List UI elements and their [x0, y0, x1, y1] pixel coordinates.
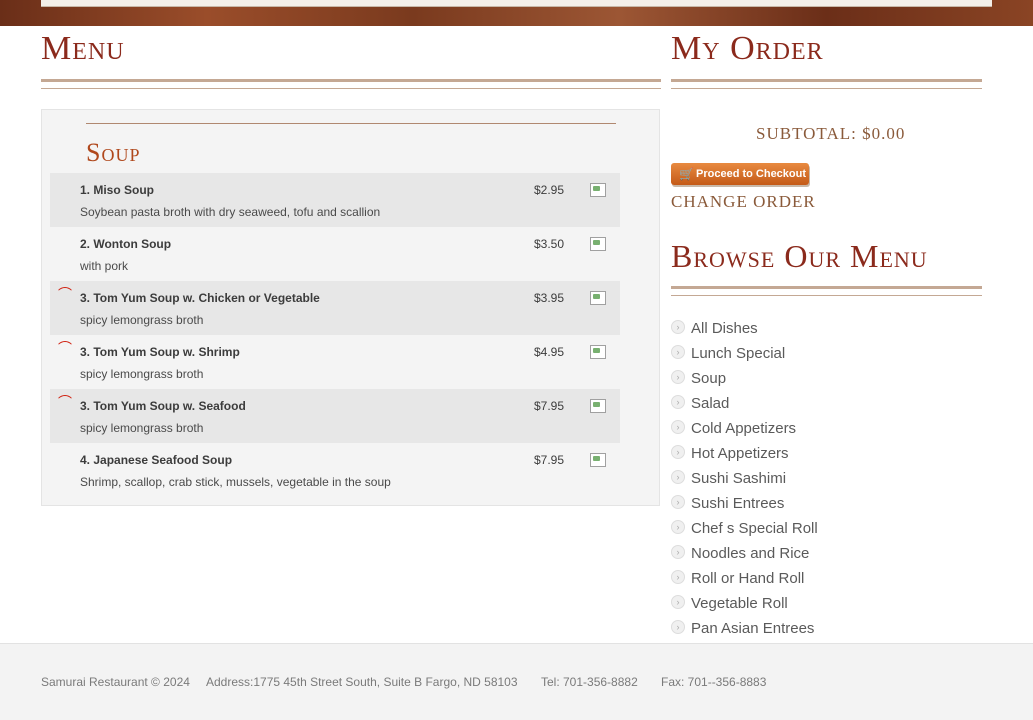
category-item[interactable]: › Hot Appetizers — [671, 444, 991, 469]
menu-title-divider — [41, 79, 661, 89]
category-item[interactable]: › Salad — [671, 394, 991, 419]
category-link[interactable]: Roll or Hand Roll — [691, 569, 804, 589]
item-name: 3. Tom Yum Soup w. Seafood — [80, 399, 246, 413]
add-to-order-icon[interactable] — [590, 345, 606, 359]
chevron-right-icon: › — [671, 470, 685, 484]
item-name: 3. Tom Yum Soup w. Chicken or Vegetable — [80, 291, 320, 305]
menu-panel: Soup 1. Miso Soup Soybean pasta broth wi… — [41, 109, 660, 506]
item-name: 2. Wonton Soup — [80, 237, 172, 251]
chevron-right-icon: › — [671, 320, 685, 334]
category-item[interactable]: › Sushi Entrees — [671, 494, 991, 519]
chevron-right-icon: › — [671, 595, 685, 609]
item-description: spicy lemongrass broth — [80, 421, 204, 435]
chevron-right-icon: › — [671, 620, 685, 634]
section-divider — [86, 123, 616, 124]
category-item[interactable]: › Sushi Sashimi — [671, 469, 991, 494]
category-item[interactable]: › All Dishes — [671, 319, 991, 344]
item-name: 3. Tom Yum Soup w. Shrimp — [80, 345, 240, 359]
menu-item-row: 2. Wonton Soup with pork $3.50 — [50, 227, 620, 281]
category-link[interactable]: Sushi Sashimi — [691, 469, 786, 489]
add-to-order-icon[interactable] — [590, 237, 606, 251]
item-price: $7.95 — [534, 453, 565, 467]
menu-item-row: 4. Japanese Seafood Soup Shrimp, scallop… — [50, 443, 620, 497]
item-description: spicy lemongrass broth — [80, 313, 204, 327]
category-list: › All Dishes › Lunch Special › Soup › Salad … — [671, 319, 991, 644]
add-to-order-icon[interactable] — [590, 291, 606, 305]
category-link[interactable]: Salad — [691, 394, 729, 414]
category-link[interactable]: All Dishes — [691, 319, 758, 339]
browse-title-divider — [671, 286, 982, 296]
chevron-right-icon: › — [671, 395, 685, 409]
item-price: $4.95 — [534, 345, 565, 359]
change-order-link[interactable]: CHANGE ORDER — [671, 192, 816, 212]
chevron-right-icon: › — [671, 420, 685, 434]
chevron-right-icon: › — [671, 495, 685, 509]
menu-item-row: 1. Miso Soup Soybean pasta broth with dr… — [50, 173, 620, 227]
category-item[interactable]: › Noodles and Rice — [671, 544, 991, 569]
order-title-divider — [671, 79, 982, 89]
top-banner — [0, 0, 1033, 26]
category-item[interactable]: › Pan Asian Entrees — [671, 619, 991, 644]
category-link[interactable]: Vegetable Roll — [691, 594, 788, 614]
category-link[interactable]: Cold Appetizers — [691, 419, 796, 439]
menu-title: Menu — [41, 30, 125, 67]
footer-address: Address:1775 45th Street South, Suite B … — [206, 675, 518, 689]
chevron-right-icon: › — [671, 545, 685, 559]
category-item[interactable]: › Vegetable Roll — [671, 594, 991, 619]
chevron-right-icon: › — [671, 520, 685, 534]
checkout-label: Proceed to Checkout — [696, 168, 807, 180]
footer-fax: Fax: 701--356-8883 — [661, 675, 767, 689]
category-link[interactable]: Lunch Special — [691, 344, 785, 364]
chili-pepper-icon: ⌒ — [58, 286, 72, 302]
add-to-order-icon[interactable] — [590, 183, 606, 197]
category-item[interactable]: › Lunch Special — [671, 344, 991, 369]
chevron-right-icon: › — [671, 370, 685, 384]
add-to-order-icon[interactable] — [590, 399, 606, 413]
nav-strip — [41, 0, 992, 7]
item-description: Soybean pasta broth with dry seaweed, to… — [80, 205, 381, 219]
item-description: with pork — [80, 259, 129, 273]
item-price: $3.95 — [534, 291, 565, 305]
item-price: $2.95 — [534, 183, 565, 197]
category-item[interactable]: › Roll or Hand Roll — [671, 569, 991, 594]
item-name: 1. Miso Soup — [80, 183, 155, 197]
add-to-order-icon[interactable] — [590, 453, 606, 467]
menu-item-row: ⌒ 3. Tom Yum Soup w. Seafood spicy lemon… — [50, 389, 620, 443]
browse-title: Browse Our Menu — [671, 238, 928, 274]
footer: Samurai Restaurant © 2024 Address:1775 4… — [0, 643, 1033, 720]
category-item[interactable]: › Soup — [671, 369, 991, 394]
footer-phone: Tel: 701-356-8882 — [541, 675, 638, 689]
category-item[interactable]: › Chef s Special Roll — [671, 519, 991, 544]
order-title: My Order — [671, 30, 824, 67]
subtotal-text: SUBTOTAL: $0.00 — [756, 124, 906, 143]
item-description: spicy lemongrass broth — [80, 367, 204, 381]
footer-copyright: Samurai Restaurant © 2024 — [41, 675, 190, 689]
chevron-right-icon: › — [671, 445, 685, 459]
chevron-right-icon: › — [671, 570, 685, 584]
item-price: $3.50 — [534, 237, 565, 251]
category-link[interactable]: Noodles and Rice — [691, 544, 809, 564]
chili-pepper-icon: ⌒ — [58, 394, 72, 410]
item-price: $7.95 — [534, 399, 565, 413]
category-link[interactable]: Sushi Entrees — [691, 494, 784, 514]
chili-pepper-icon: ⌒ — [58, 340, 72, 356]
item-description: Shrimp, scallop, crab stick, mussels, ve… — [80, 475, 391, 489]
category-link[interactable]: Hot Appetizers — [691, 444, 789, 464]
menu-item-row: ⌒ 3. Tom Yum Soup w. Chicken or Vegetabl… — [50, 281, 620, 335]
proceed-to-checkout-button[interactable]: 🛒 Proceed to Checkout — [671, 163, 809, 185]
category-link[interactable]: Pan Asian Entrees — [691, 619, 814, 639]
cart-icon: 🛒 — [679, 167, 694, 181]
category-item[interactable]: › Cold Appetizers — [671, 419, 991, 444]
category-link[interactable]: Chef s Special Roll — [691, 519, 818, 539]
category-link[interactable]: Soup — [691, 369, 726, 389]
section-title: Soup — [86, 138, 141, 167]
item-name: 4. Japanese Seafood Soup — [80, 453, 233, 467]
chevron-right-icon: › — [671, 345, 685, 359]
menu-item-row: ⌒ 3. Tom Yum Soup w. Shrimp spicy lemong… — [50, 335, 620, 389]
